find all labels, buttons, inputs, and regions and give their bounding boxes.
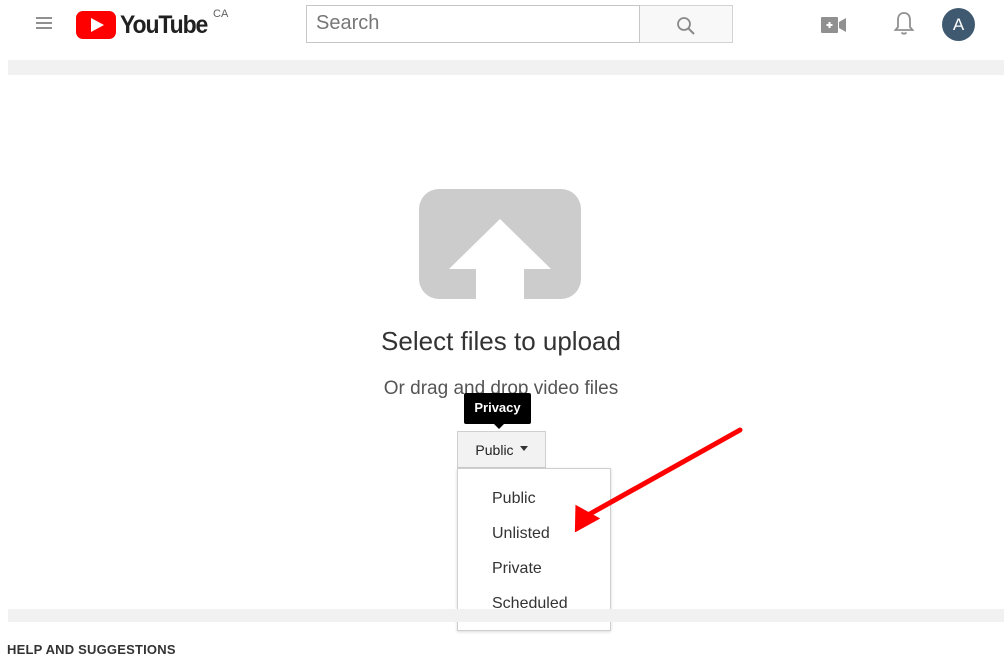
caret-down-icon bbox=[519, 446, 528, 451]
youtube-play-icon bbox=[76, 11, 116, 39]
menu-icon[interactable] bbox=[36, 17, 52, 31]
top-bar: YouTube CA A bbox=[0, 0, 1004, 52]
help-heading: HELP AND SUGGESTIONS bbox=[7, 642, 176, 655]
search-icon bbox=[677, 17, 695, 35]
privacy-option-private[interactable]: Private bbox=[458, 555, 610, 590]
search-box bbox=[306, 5, 640, 43]
youtube-logo[interactable]: YouTube CA bbox=[76, 8, 228, 40]
privacy-dropdown-button[interactable]: Public bbox=[457, 431, 546, 468]
logo-text: YouTube bbox=[120, 10, 208, 39]
avatar[interactable]: A bbox=[942, 8, 975, 41]
upload-title[interactable]: Select files to upload bbox=[300, 326, 702, 357]
upload-arrow-icon[interactable] bbox=[419, 189, 581, 299]
annotation-arrow bbox=[574, 427, 743, 532]
privacy-tooltip: Privacy bbox=[464, 393, 531, 429]
bell-icon[interactable] bbox=[893, 10, 915, 38]
divider-band bbox=[8, 60, 1004, 75]
divider-band-bottom bbox=[8, 609, 1004, 622]
privacy-selected-label: Public bbox=[475, 441, 514, 458]
search-button[interactable] bbox=[640, 5, 733, 43]
create-video-icon[interactable] bbox=[821, 16, 847, 34]
search-input[interactable] bbox=[307, 6, 636, 40]
logo-region: CA bbox=[213, 8, 229, 20]
